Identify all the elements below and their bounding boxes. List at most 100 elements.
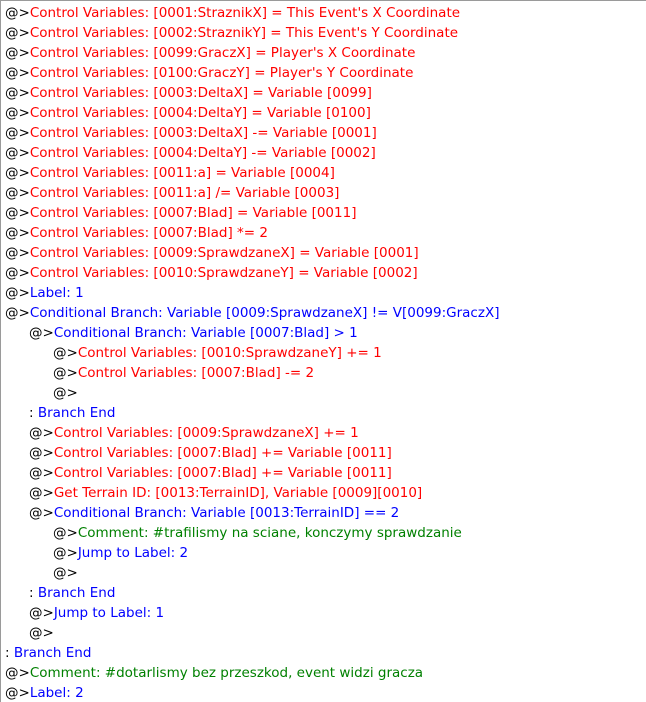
control-variables-command[interactable]: @>Control Variables: [0099:GraczX] = Pla… xyxy=(1,43,646,63)
control-variables-command[interactable]: @>Control Variables: [0007:Blad] = Varia… xyxy=(1,203,646,223)
control-variables-command[interactable]: @>Control Variables: [0004:DeltaY] = Var… xyxy=(1,103,646,123)
command-marker: @> xyxy=(53,365,78,381)
control-variables-command[interactable]: @>Control Variables: [0002:StraznikY] = … xyxy=(1,23,646,43)
branch-end-marker: : xyxy=(5,645,14,661)
command-text: Control Variables: [0007:Blad] += Variab… xyxy=(53,445,392,461)
command-text: Get Terrain ID: [0013:TerrainID], Variab… xyxy=(53,485,423,501)
control-variables-command[interactable]: @>Control Variables: [0010:SprawdzaneY] … xyxy=(1,343,646,363)
command-text: Label: 1 xyxy=(29,285,84,301)
command-text: Control Variables: [0007:Blad] *= 2 xyxy=(29,225,268,241)
flow-command[interactable]: @>Conditional Branch: Variable [0007:Bla… xyxy=(1,323,646,343)
command-text: Control Variables: [0011:a] /= Variable … xyxy=(29,185,340,201)
command-marker: @> xyxy=(53,545,78,561)
branch-end-line[interactable]: : Branch End xyxy=(1,583,646,603)
command-marker: @> xyxy=(5,25,30,41)
command-text: Conditional Branch: Variable [0013:Terra… xyxy=(53,505,400,521)
command-text: Jump to Label: 2 xyxy=(77,545,189,561)
event-command-list[interactable]: @> Control Variables: [0001:StraznikX] = … xyxy=(0,0,646,702)
branch-end-marker: : xyxy=(29,405,38,421)
command-marker: @> xyxy=(5,285,30,301)
command-marker: @> xyxy=(53,565,78,581)
command-marker: @> xyxy=(5,205,30,221)
branch-end-line[interactable]: : Branch End xyxy=(1,643,646,663)
flow-command[interactable]: @>Label: 2 xyxy=(1,683,646,702)
command-text: Control Variables: [0002:StraznikY] = Th… xyxy=(29,25,459,41)
comment-command[interactable]: @>Comment: #trafilismy na sciane, konczy… xyxy=(1,523,646,543)
empty-command-line[interactable]: @> xyxy=(1,563,646,583)
command-marker: @> xyxy=(5,125,30,141)
command-text: Control Variables: [0011:a] = Variable [… xyxy=(29,165,335,181)
command-marker: @> xyxy=(5,45,30,61)
command-text: Control Variables: [0007:Blad] -= 2 xyxy=(77,365,315,381)
flow-command[interactable]: @>Jump to Label: 2 xyxy=(1,543,646,563)
flow-command[interactable]: @>Conditional Branch: Variable [0009:Spr… xyxy=(1,303,646,323)
command-text: Comment: #dotarlismy bez przeszkod, even… xyxy=(29,665,424,681)
control-variables-command[interactable]: @>Control Variables: [0011:a] = Variable… xyxy=(1,163,646,183)
command-text: Control Variables: [0099:GraczX] = Playe… xyxy=(29,45,416,61)
command-text: Branch End xyxy=(37,585,116,601)
command-marker: @> xyxy=(29,465,54,481)
control-variables-command[interactable]: @>Control Variables: [0003:DeltaX] -= Va… xyxy=(1,123,646,143)
control-variables-command[interactable]: @>Control Variables: [0007:Blad] += Vari… xyxy=(1,463,646,483)
flow-command[interactable]: @>Jump to Label: 1 xyxy=(1,603,646,623)
command-marker: @> xyxy=(29,605,54,621)
command-marker: @> xyxy=(53,345,78,361)
command-marker: @> xyxy=(5,665,30,681)
control-variables-command[interactable]: @>Control Variables: [0011:a] /= Variabl… xyxy=(1,183,646,203)
command-marker: @> xyxy=(29,485,54,501)
command-marker: @> xyxy=(5,245,30,261)
command-marker: @> xyxy=(5,5,30,21)
command-text: Control Variables: [0010:SprawdzaneY] = … xyxy=(29,265,418,281)
command-marker: @> xyxy=(29,625,54,641)
command-text: Control Variables: [0007:Blad] = Variabl… xyxy=(29,205,357,221)
command-text: Control Variables: [0010:SprawdzaneY] +=… xyxy=(77,345,382,361)
command-text: Control Variables: [0009:SprawdzaneX] = … xyxy=(29,245,419,261)
command-text: Branch End xyxy=(37,405,116,421)
command-text: Label: 2 xyxy=(29,685,84,701)
command-marker: @> xyxy=(29,445,54,461)
control-variables-command[interactable]: @>Control Variables: [0007:Blad] -= 2 xyxy=(1,363,646,383)
command-text: Control Variables: [0004:DeltaY] = Varia… xyxy=(29,105,371,121)
command-marker: @> xyxy=(5,225,30,241)
command-marker: @> xyxy=(5,145,30,161)
empty-command-line[interactable]: @> xyxy=(1,383,646,403)
command-text: Control Variables: [0003:DeltaX] = Varia… xyxy=(29,85,372,101)
command-marker: @> xyxy=(29,325,54,341)
control-variables-command[interactable]: @>Control Variables: [0009:SprawdzaneX] … xyxy=(1,243,646,263)
command-marker: @> xyxy=(5,85,30,101)
branch-end-marker: : xyxy=(29,585,38,601)
command-text: Conditional Branch: Variable [0009:Spraw… xyxy=(29,305,500,321)
command-text: Control Variables: [0004:DeltaY] -= Vari… xyxy=(29,145,376,161)
command-marker: @> xyxy=(5,685,30,701)
flow-command[interactable]: @>Label: 1 xyxy=(1,283,646,303)
event-command-lines: @> Control Variables: [0001:StraznikX] = … xyxy=(1,3,646,702)
command-marker: @> xyxy=(5,105,30,121)
flow-command[interactable]: @>Conditional Branch: Variable [0013:Ter… xyxy=(1,503,646,523)
command-marker: @> xyxy=(5,65,30,81)
command-text: Conditional Branch: Variable [0007:Blad]… xyxy=(53,325,358,341)
empty-command-line[interactable]: @> xyxy=(1,623,646,643)
control-variables-command[interactable]: @>Control Variables: [0004:DeltaY] -= Va… xyxy=(1,143,646,163)
control-variables-command[interactable]: @>Control Variables: [0100:GraczY] = Pla… xyxy=(1,63,646,83)
command-marker: @> xyxy=(5,265,30,281)
get-terrain-id-command[interactable]: @>Get Terrain ID: [0013:TerrainID], Vari… xyxy=(1,483,646,503)
command-text: Control Variables: [0001:StraznikX] = Th… xyxy=(29,5,461,21)
command-text: Control Variables: [0009:SprawdzaneX] +=… xyxy=(53,425,359,441)
command-marker: @> xyxy=(29,425,54,441)
command-marker: @> xyxy=(5,305,30,321)
control-variables-command[interactable]: @>Control Variables: [0010:SprawdzaneY] … xyxy=(1,263,646,283)
command-marker: @> xyxy=(5,165,30,181)
control-variables-command[interactable]: @>Control Variables: [0007:Blad] *= 2 xyxy=(1,223,646,243)
comment-command[interactable]: @>Comment: #dotarlismy bez przeszkod, ev… xyxy=(1,663,646,683)
command-marker: @> xyxy=(29,505,54,521)
command-text: Control Variables: [0100:GraczY] = Playe… xyxy=(29,65,414,81)
control-variables-command[interactable]: @>Control Variables: [0001:StraznikX] = … xyxy=(1,3,646,23)
branch-end-line[interactable]: : Branch End xyxy=(1,403,646,423)
command-marker: @> xyxy=(5,185,30,201)
control-variables-command[interactable]: @>Control Variables: [0009:SprawdzaneX] … xyxy=(1,423,646,443)
command-text: Control Variables: [0003:DeltaX] -= Vari… xyxy=(29,125,377,141)
control-variables-command[interactable]: @>Control Variables: [0007:Blad] += Vari… xyxy=(1,443,646,463)
command-text: Branch End xyxy=(13,645,92,661)
command-marker: @> xyxy=(53,525,78,541)
control-variables-command[interactable]: @>Control Variables: [0003:DeltaX] = Var… xyxy=(1,83,646,103)
